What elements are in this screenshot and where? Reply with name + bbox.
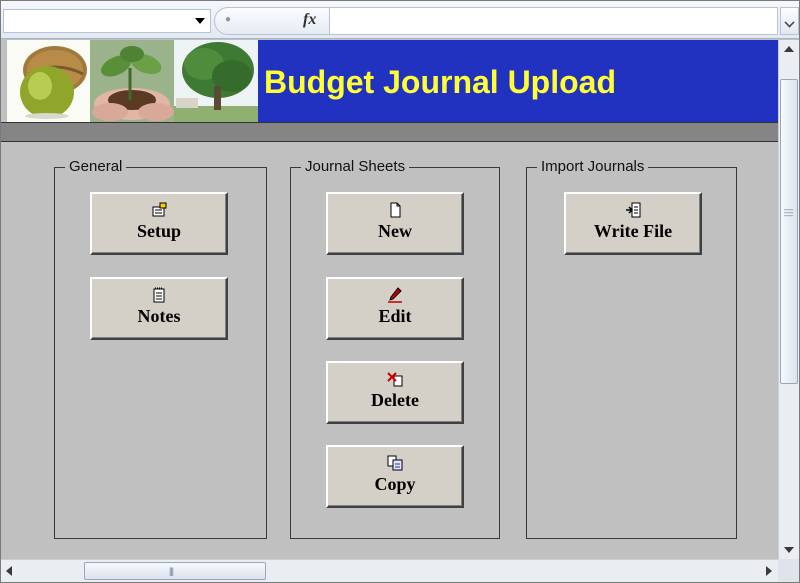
tree-photo	[174, 40, 258, 122]
arrow-up-icon	[784, 46, 794, 52]
vertical-scrollbar[interactable]: — — —	[778, 40, 799, 559]
formula-function-group: ● fx	[214, 7, 330, 35]
scroll-up-button[interactable]	[779, 40, 799, 57]
formula-expand-button[interactable]	[780, 7, 799, 35]
new-page-icon	[390, 202, 401, 218]
new-button-label: New	[378, 221, 412, 241]
delete-button[interactable]: Delete	[326, 361, 464, 424]
horizontal-scrollbar[interactable]: |||	[1, 559, 778, 582]
delete-button-label: Delete	[371, 390, 419, 410]
scrollbar-corner	[778, 559, 799, 582]
edit-pencil-icon	[388, 287, 402, 303]
acorn-photo	[7, 40, 90, 122]
header-divider-strip	[1, 122, 778, 142]
scroll-grip-icon: |||	[169, 566, 174, 576]
formula-input[interactable]	[330, 7, 778, 35]
import-journals-group: Import Journals Write File	[526, 159, 737, 539]
page-title: Budget Journal Upload	[264, 64, 616, 100]
notes-button-label: Notes	[137, 306, 181, 326]
formula-bar: ● fx	[1, 1, 799, 39]
setup-icon	[152, 202, 167, 217]
copy-button[interactable]: Copy	[326, 445, 464, 508]
write-file-icon	[626, 202, 641, 218]
notes-button[interactable]: Notes	[90, 277, 228, 340]
arrow-right-icon	[766, 566, 772, 576]
write-file-button-label: Write File	[593, 221, 673, 241]
arrow-down-icon	[784, 547, 794, 553]
notes-icon	[153, 287, 165, 303]
name-box-dropdown-icon[interactable]	[195, 18, 205, 24]
copy-button-label: Copy	[374, 474, 416, 494]
horizontal-scroll-thumb[interactable]: |||	[84, 562, 266, 580]
chevron-down-icon	[784, 17, 795, 28]
scroll-grip-icon: — — —	[784, 204, 793, 220]
journal-sheets-group: Journal Sheets New Edit Delete Copy	[290, 159, 500, 539]
new-button[interactable]: New	[326, 192, 464, 255]
import-journals-group-label: Import Journals	[537, 159, 649, 175]
scroll-left-button[interactable]	[1, 560, 19, 582]
header-banner: Budget Journal Upload	[7, 40, 778, 122]
formula-bar-grip-icon: ●	[225, 14, 232, 25]
general-group: General Setup Notes	[54, 159, 267, 539]
write-file-button[interactable]: Write File	[564, 192, 702, 255]
edit-button-label: Edit	[378, 306, 412, 326]
general-group-label: General	[65, 159, 127, 175]
scroll-down-button[interactable]	[779, 542, 799, 559]
edit-button[interactable]: Edit	[326, 277, 464, 340]
copy-icon	[387, 455, 403, 471]
scroll-right-button[interactable]	[760, 560, 778, 582]
delete-icon	[387, 372, 403, 387]
name-box[interactable]	[3, 9, 211, 33]
seedling-photo	[90, 40, 174, 122]
setup-button[interactable]: Setup	[90, 192, 228, 255]
insert-function-icon[interactable]: fx	[303, 11, 316, 29]
journal-sheets-group-label: Journal Sheets	[301, 159, 410, 175]
arrow-left-icon	[6, 566, 12, 576]
setup-button-label: Setup	[136, 221, 181, 241]
vertical-scroll-thumb[interactable]	[780, 79, 798, 384]
